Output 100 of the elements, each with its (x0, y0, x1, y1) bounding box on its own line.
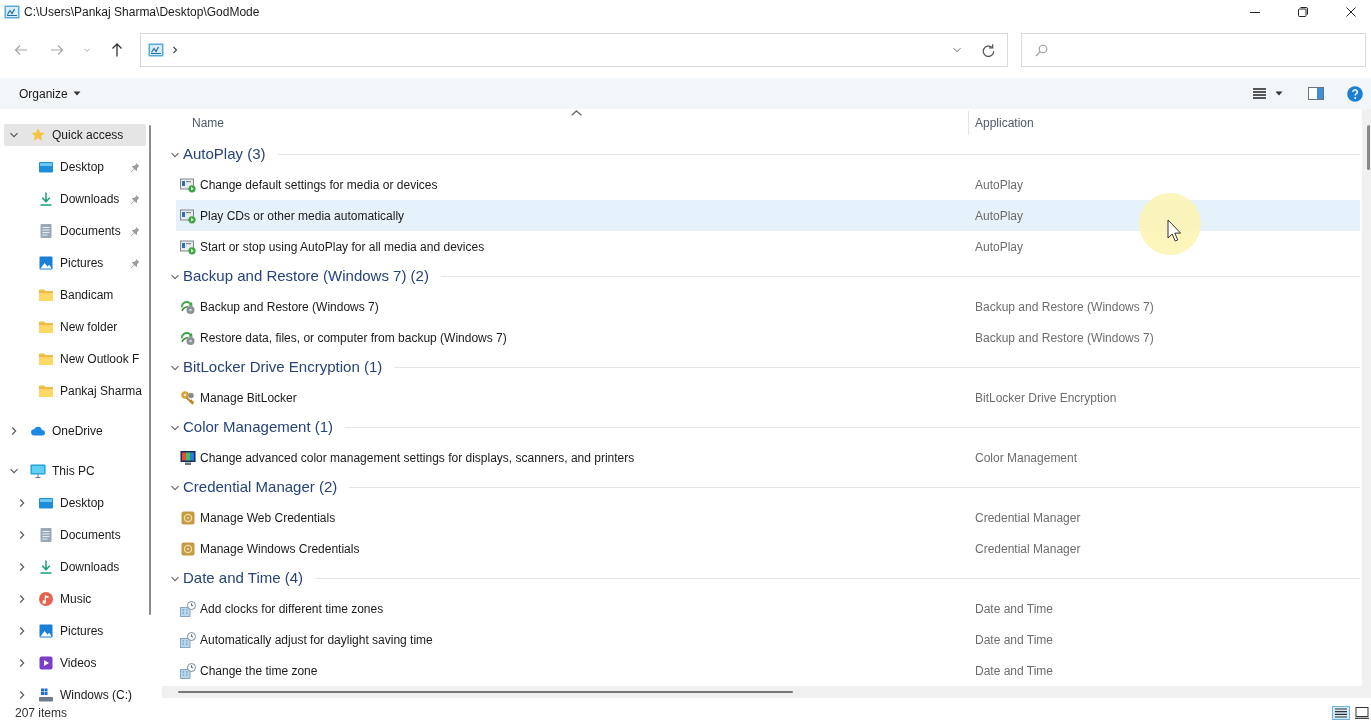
chevron-down-icon (952, 45, 962, 55)
list-row[interactable]: Change advanced color management settings for displays, scanners, and printers Color Management (176, 442, 1360, 473)
item-name: Manage BitLocker (200, 389, 297, 407)
list-row[interactable]: Start or stop using AutoPlay for all media and devices AutoPlay (176, 231, 1360, 262)
list-row[interactable]: Restore data, files, or computer from backup (Windows 7) Backup and Restore (Windows 7) (176, 322, 1360, 353)
details-view-icon (1335, 708, 1347, 718)
item-name: Manage Web Credentials (200, 509, 336, 527)
restore-icon (1297, 6, 1309, 18)
large-icons-view-button[interactable] (1353, 706, 1371, 720)
nav-item[interactable]: Downloads (4, 556, 146, 578)
chevron-right-icon[interactable] (17, 530, 27, 540)
scrollbar-thumb[interactable] (149, 125, 151, 615)
nav-item[interactable]: Documents (4, 524, 146, 546)
keys-icon (180, 389, 196, 406)
drive-icon (38, 687, 54, 703)
item-name: Change default settings for media or devices (200, 176, 438, 194)
nav-item[interactable]: New Outlook F (4, 348, 146, 370)
chevron-down-icon[interactable] (9, 130, 19, 140)
search-icon (1035, 43, 1048, 57)
column-header[interactable]: Name (176, 109, 968, 137)
list-row[interactable]: Manage Windows Credentials Credential Manager (176, 533, 1360, 564)
group-header[interactable]: AutoPlay (3) (160, 140, 1362, 169)
chevron-right-icon[interactable] (17, 658, 27, 668)
application-name: Date and Time (974, 662, 1054, 680)
item-name: Manage Windows Credentials (200, 540, 360, 558)
picture-icon (38, 623, 54, 639)
nav-item[interactable]: This PC (4, 460, 146, 482)
picture-icon (38, 255, 54, 271)
list-row[interactable]: Change default settings for media or devices AutoPlay (176, 169, 1360, 200)
chevron-right-icon (171, 45, 179, 55)
scrollbar-track[interactable] (1362, 109, 1371, 686)
chevron-down-icon[interactable] (9, 466, 19, 476)
group-header[interactable]: BitLocker Drive Encryption (1) (160, 353, 1362, 382)
chevron-right-icon[interactable] (17, 562, 27, 572)
item-name: Start or stop using AutoPlay for all media and devices (200, 238, 485, 256)
media-play-icon (180, 176, 196, 193)
group-header[interactable]: Backup and Restore (Windows 7) (2) (160, 262, 1362, 291)
computer-icon (30, 463, 46, 479)
chevron-right-icon[interactable] (17, 594, 27, 604)
nav-item[interactable]: Desktop (4, 156, 146, 178)
nav-item[interactable]: Windows (C:) (4, 684, 146, 706)
close-icon (1345, 6, 1357, 18)
nav-item[interactable]: Pictures (4, 252, 146, 274)
list-row[interactable]: Automatically adjust for daylight saving time Date and Time (176, 624, 1360, 655)
application-name: AutoPlay (974, 207, 1024, 225)
mouse-pointer-icon (1138, 192, 1202, 256)
column-header[interactable]: Application (969, 109, 1362, 137)
list-row[interactable]: Play CDs or other media automatically AutoPlay (176, 200, 1360, 231)
media-play-icon (180, 207, 196, 224)
chevron-right-icon[interactable] (17, 626, 27, 636)
chevron-right-icon[interactable] (9, 426, 19, 436)
group-header[interactable]: Date and Time (4) (160, 564, 1362, 593)
nav-item[interactable]: Pankaj Sharma (4, 380, 146, 402)
item-name: Backup and Restore (Windows 7) (200, 298, 379, 316)
folder-icon (38, 287, 54, 303)
group-header[interactable]: Color Management (1) (160, 413, 1362, 442)
item-name: Play CDs or other media automatically (200, 207, 405, 225)
nav-item[interactable]: Quick access (4, 124, 146, 146)
scrollbar-track[interactable] (162, 686, 1371, 698)
item-name: Change advanced color management settings for displays, scanners, and printers (200, 449, 635, 467)
list-row[interactable]: Manage Web Credentials Credential Manager (176, 502, 1360, 533)
nav-item[interactable]: OneDrive (4, 420, 146, 442)
video-icon (38, 655, 54, 671)
list-row[interactable]: Change the time zone Date and Time (176, 655, 1360, 686)
list-row[interactable]: Backup and Restore (Windows 7) Backup and Restore (Windows 7) (176, 291, 1360, 322)
clock-icon (180, 631, 196, 648)
chevron-right-icon[interactable] (17, 498, 27, 508)
nav-item[interactable]: Desktop (4, 492, 146, 514)
nav-item[interactable]: New folder (4, 316, 146, 338)
details-view-button[interactable] (1332, 706, 1350, 720)
nav-item[interactable]: Bandicam (4, 284, 146, 306)
list-row[interactable]: Add clocks for different time zones Date and Time (176, 593, 1360, 624)
list-row[interactable]: Manage BitLocker BitLocker Drive Encryption (176, 382, 1360, 413)
scrollbar-thumb[interactable] (1367, 125, 1370, 170)
nav-item[interactable]: Music (4, 588, 146, 610)
item-name: Automatically adjust for daylight saving time (200, 631, 433, 649)
large-icons-view-icon (1355, 707, 1369, 719)
application-name: Credential Manager (974, 509, 1081, 527)
application-name: Credential Manager (974, 540, 1081, 558)
music-note-icon (38, 591, 54, 607)
clock-icon (180, 600, 196, 617)
folder-icon (38, 351, 54, 367)
application-name: Color Management (974, 449, 1078, 467)
nav-item[interactable]: Downloads (4, 188, 146, 210)
caret-down-icon (1275, 91, 1283, 96)
download-arrow-icon (38, 559, 54, 575)
nav-item[interactable]: Documents (4, 220, 146, 242)
nav-item[interactable]: Pictures (4, 620, 146, 642)
nav-item[interactable]: Videos (4, 652, 146, 674)
folder-icon (38, 383, 54, 399)
group-header[interactable]: Credential Manager (2) (160, 473, 1362, 502)
organize-button[interactable]: Organize (12, 81, 88, 106)
chevron-right-icon[interactable] (17, 690, 27, 700)
search-field[interactable] (1021, 33, 1366, 67)
application-name: Backup and Restore (Windows 7) (974, 298, 1154, 316)
item-name: Change the time zone (200, 662, 318, 680)
download-arrow-icon (38, 191, 54, 207)
document-icon (38, 527, 54, 543)
back-arrow-icon (13, 42, 29, 58)
scrollbar-thumb[interactable] (178, 691, 793, 693)
